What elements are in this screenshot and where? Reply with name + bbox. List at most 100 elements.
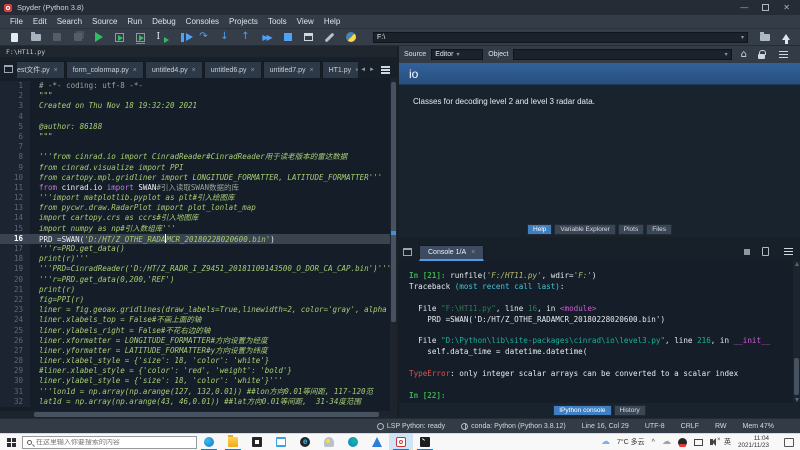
maximize-pane-button[interactable] — [300, 30, 317, 45]
menu-item-file[interactable]: File — [5, 17, 28, 26]
chevron-down-icon[interactable]: ▾ — [725, 51, 728, 58]
scroll-up-icon[interactable] — [795, 262, 799, 266]
menu-item-help[interactable]: Help — [319, 17, 345, 26]
object-combo[interactable]: ▾ — [513, 49, 731, 60]
taskbar-app-app-k[interactable] — [365, 434, 389, 450]
undock-pane-icon[interactable] — [403, 248, 412, 256]
taskbar-search[interactable] — [22, 436, 197, 449]
clock[interactable]: 11:04 2021/11/23 — [738, 435, 769, 450]
menu-item-debug[interactable]: Debug — [147, 17, 181, 26]
editor-tab-form-colormap-py[interactable]: form_colormap.py× — [66, 61, 144, 78]
editor-tab-ht1-py[interactable]: HT1.py× — [322, 61, 359, 78]
editor-horizontal-scrollbar[interactable] — [0, 411, 397, 418]
taskbar-app-browser[interactable] — [293, 434, 317, 450]
stop-button[interactable] — [279, 30, 296, 45]
tab-plots[interactable]: Plots — [618, 224, 644, 235]
menu-item-tools[interactable]: Tools — [263, 17, 292, 26]
taskbar-app-file-explorer[interactable] — [221, 434, 245, 450]
scroll-down-icon[interactable] — [795, 398, 799, 402]
tab-variable-explorer[interactable]: Variable Explorer — [554, 224, 615, 235]
open-file-button[interactable] — [27, 30, 44, 45]
taskbar-app-store[interactable] — [245, 434, 269, 450]
maximize-button[interactable] — [762, 4, 769, 11]
save-button[interactable] — [48, 30, 65, 45]
close-tab-icon[interactable]: × — [471, 249, 475, 256]
options-menu-icon[interactable] — [779, 54, 788, 56]
editor-tab-untitled4-py[interactable]: untitled4.py× — [145, 61, 203, 78]
tab-history[interactable]: History — [614, 405, 646, 416]
editor-vertical-scrollbar[interactable] — [390, 78, 397, 411]
scrollbar-thumb[interactable] — [794, 358, 799, 395]
editor-tab-test-py[interactable]: 测test文件.py× — [17, 61, 65, 78]
interrupt-kernel-icon[interactable] — [744, 249, 750, 255]
options-menu-icon[interactable] — [381, 69, 390, 71]
save-all-button[interactable] — [69, 30, 86, 45]
run-button[interactable] — [90, 30, 107, 45]
qq-icon[interactable] — [678, 438, 687, 447]
step-into-button[interactable]: ↓ — [216, 30, 233, 45]
browse-folder-icon[interactable] — [760, 34, 770, 41]
close-tab-icon[interactable]: × — [54, 67, 58, 74]
continue-button[interactable]: ▶▶ — [258, 30, 275, 45]
python-button[interactable] — [342, 30, 359, 45]
new-file-button[interactable] — [6, 30, 23, 45]
debug-button[interactable] — [174, 30, 191, 45]
action-center-icon[interactable] — [784, 438, 794, 447]
scrollbar-thumb[interactable] — [34, 412, 379, 417]
menu-item-consoles[interactable]: Consoles — [181, 17, 224, 26]
editor-tab-untitled7-py[interactable]: untitled7.py× — [263, 61, 321, 78]
preferences-button[interactable] — [321, 30, 338, 45]
cloud-sync-icon[interactable]: ☁ — [662, 438, 671, 447]
console-output[interactable]: In [21]: runfile('F:/HT11.py', wdir='F:'… — [399, 261, 800, 403]
console-tab[interactable]: Console 1/A × — [419, 245, 484, 261]
menu-item-projects[interactable]: Projects — [224, 17, 263, 26]
close-button[interactable]: ✕ — [783, 4, 790, 12]
source-combo[interactable]: Editor ▾ — [431, 49, 483, 60]
tab-ipython-console[interactable]: IPython console — [553, 405, 611, 416]
weather-text[interactable]: 7°C 多云 — [617, 437, 645, 447]
run-cell-advance-button[interactable] — [132, 30, 149, 45]
undock-pane-icon[interactable] — [4, 65, 13, 73]
search-input[interactable] — [36, 439, 192, 446]
tab-help[interactable]: Help — [527, 224, 552, 235]
menu-item-source[interactable]: Source — [87, 17, 122, 26]
menu-item-search[interactable]: Search — [52, 17, 87, 26]
taskbar-app-media[interactable] — [341, 434, 365, 450]
taskbar-app-edge[interactable] — [197, 434, 221, 450]
tab-files[interactable]: Files — [646, 224, 672, 235]
home-icon[interactable]: ⌂ — [741, 50, 747, 60]
menu-item-edit[interactable]: Edit — [28, 17, 52, 26]
chevron-down-icon[interactable]: ▾ — [741, 34, 744, 41]
close-tab-icon[interactable]: × — [309, 67, 313, 74]
menu-item-run[interactable]: Run — [122, 17, 147, 26]
code-editor[interactable]: 1# -*- coding: utf-8 -*-2"""3Created on … — [0, 78, 397, 418]
run-cell-button[interactable] — [111, 30, 128, 45]
inspect-icon[interactable] — [762, 247, 769, 256]
menu-item-view[interactable]: View — [292, 17, 319, 26]
scroll-tabs-right-icon[interactable]: ► — [369, 67, 375, 73]
editor-tab-untitled6-py[interactable]: untitled6.py× — [204, 61, 262, 78]
close-tab-icon[interactable]: × — [192, 67, 196, 74]
start-button[interactable] — [0, 434, 22, 450]
input-language[interactable]: 英 — [724, 437, 731, 447]
taskbar-app-weather[interactable] — [317, 434, 341, 450]
taskbar-app-terminal[interactable] — [413, 434, 437, 450]
taskbar-app-spyder[interactable] — [389, 434, 413, 450]
hidden-icons-chevron[interactable]: ^ — [652, 439, 655, 446]
step-over-button[interactable]: ↷ — [195, 30, 212, 45]
scrollbar-thumb[interactable] — [391, 82, 396, 322]
options-menu-icon[interactable] — [784, 251, 793, 253]
close-tab-icon[interactable]: × — [133, 67, 137, 74]
minimize-button[interactable]: — — [740, 4, 748, 12]
volume-muted-icon[interactable] — [710, 439, 713, 445]
working-directory-combo[interactable]: F:\ ▾ — [373, 32, 748, 43]
close-tab-icon[interactable]: × — [251, 67, 255, 74]
network-icon[interactable] — [694, 439, 703, 446]
chevron-down-icon[interactable]: ▾ — [456, 51, 459, 58]
step-out-button[interactable]: ↑ — [237, 30, 254, 45]
taskbar-app-mail[interactable] — [269, 434, 293, 450]
console-vertical-scrollbar[interactable] — [793, 261, 800, 403]
lock-icon[interactable] — [758, 54, 765, 59]
run-selection-button[interactable] — [153, 30, 170, 45]
scroll-tabs-left-icon[interactable]: ◄ — [360, 67, 366, 73]
